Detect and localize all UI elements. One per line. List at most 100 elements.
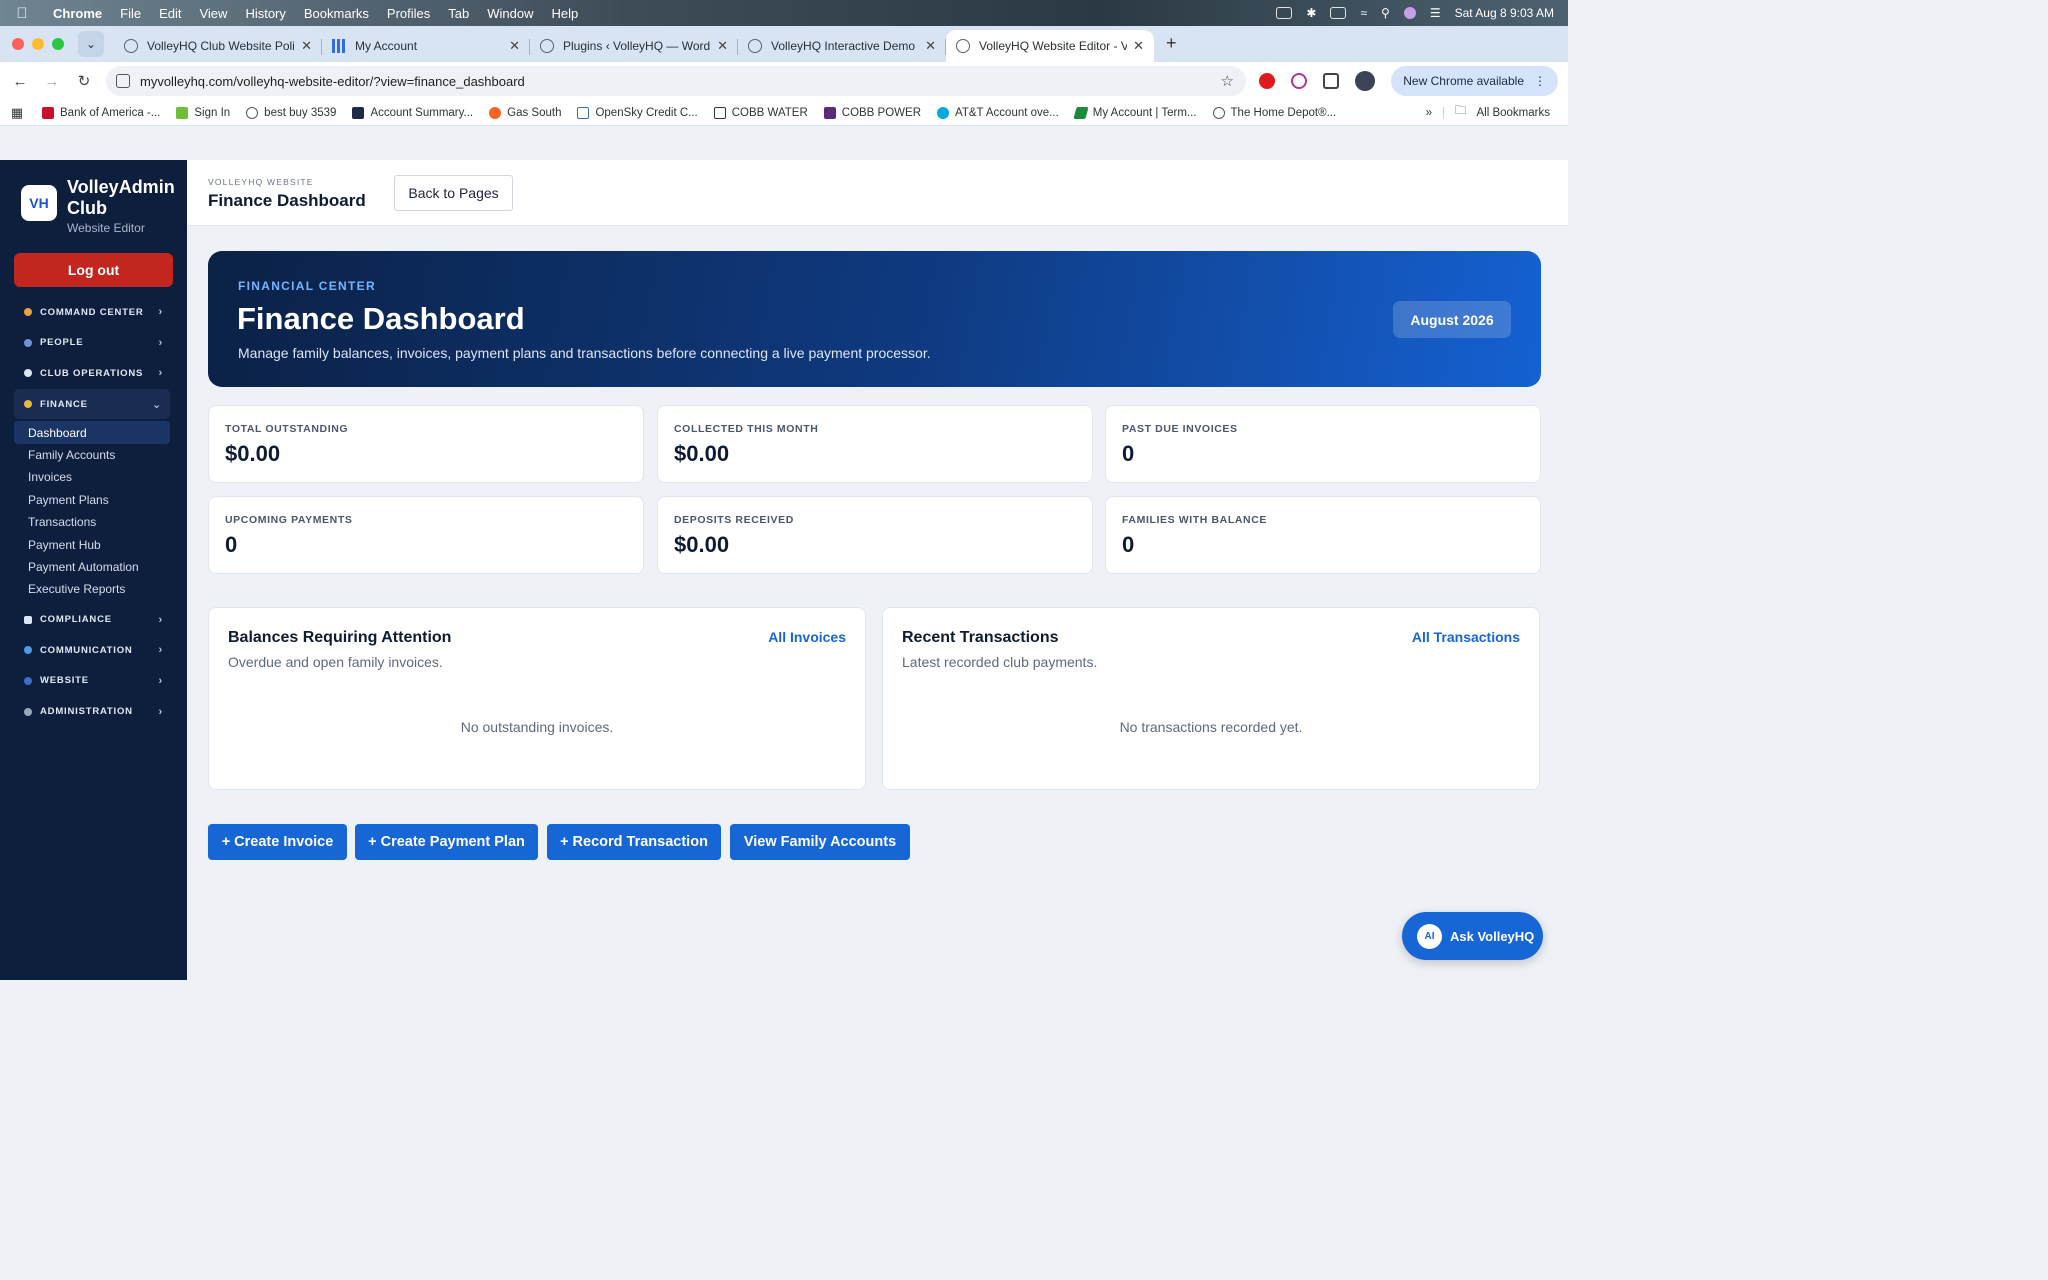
close-tab-icon[interactable]: ✕ bbox=[1133, 38, 1144, 54]
menu-window[interactable]: Window bbox=[478, 6, 542, 21]
new-tab-button[interactable]: + bbox=[1154, 33, 1189, 62]
adblock-extension-icon[interactable] bbox=[1259, 73, 1276, 89]
nav-section-website[interactable]: WEBSITE › bbox=[0, 666, 187, 697]
tab-my-account[interactable]: My Account ✕ bbox=[322, 30, 530, 62]
sidebar-item-payment-hub[interactable]: Payment Hub bbox=[0, 533, 187, 555]
nav-section-finance[interactable]: FINANCE ⌄ bbox=[14, 388, 170, 420]
siri-icon[interactable] bbox=[1403, 7, 1416, 19]
menu-help[interactable]: Help bbox=[543, 6, 588, 21]
nav-section-compliance[interactable]: COMPLIANCE › bbox=[0, 605, 187, 636]
bookmark-item[interactable]: COBB POWER bbox=[816, 106, 929, 119]
sidebar-item-executive-reports[interactable]: Executive Reports bbox=[0, 578, 187, 600]
ask-label: Ask VolleyHQ bbox=[1450, 928, 1535, 944]
close-tab-icon[interactable]: ✕ bbox=[925, 38, 936, 54]
menu-view[interactable]: View bbox=[190, 6, 236, 21]
close-tab-icon[interactable]: ✕ bbox=[509, 38, 520, 54]
wifi-icon[interactable]: ≈ bbox=[1360, 6, 1367, 20]
battery-icon[interactable] bbox=[1330, 7, 1347, 19]
grid-icon bbox=[332, 39, 346, 53]
nav-section-administration[interactable]: ADMINISTRATION › bbox=[0, 696, 187, 727]
menu-bookmarks[interactable]: Bookmarks bbox=[295, 6, 378, 21]
tab-search-button[interactable]: ⌄ bbox=[78, 31, 104, 57]
bookmark-item[interactable]: OpenSky Credit C... bbox=[569, 106, 705, 119]
bookmark-star-icon[interactable]: ☆ bbox=[1221, 72, 1234, 90]
bookmark-item[interactable]: AT&T Account ove... bbox=[929, 106, 1067, 119]
sidebar-item-payment-automation[interactable]: Payment Automation bbox=[0, 556, 187, 578]
tab-website-polish[interactable]: VolleyHQ Club Website Polish ✕ bbox=[114, 30, 322, 62]
apps-grid-icon[interactable]: ▦ bbox=[0, 105, 34, 121]
apple-icon[interactable]:  bbox=[0, 5, 44, 22]
chevron-down-icon: ⌄ bbox=[151, 398, 162, 411]
sidebar-item-transactions[interactable]: Transactions bbox=[0, 511, 187, 533]
reload-icon[interactable]: ↻ bbox=[68, 72, 100, 90]
tab-title: VolleyHQ Interactive Demo - bbox=[771, 39, 920, 53]
tab-title: Plugins ‹ VolleyHQ — WordPr bbox=[563, 39, 712, 53]
create-invoice-button[interactable]: + Create Invoice bbox=[208, 824, 347, 860]
back-arrow-icon[interactable]: ← bbox=[4, 73, 36, 90]
command-icon bbox=[24, 308, 32, 317]
bookmark-item[interactable]: Sign In bbox=[168, 106, 238, 119]
close-tab-icon[interactable]: ✕ bbox=[301, 38, 312, 54]
search-icon[interactable]: ⚲ bbox=[1381, 6, 1390, 20]
ask-volleyhq-button[interactable]: AI Ask VolleyHQ bbox=[1402, 912, 1543, 960]
menu-file[interactable]: File bbox=[111, 6, 150, 21]
close-tab-icon[interactable]: ✕ bbox=[717, 38, 728, 54]
tab-interactive-demo[interactable]: VolleyHQ Interactive Demo - ✕ bbox=[738, 30, 946, 62]
nav-section-people[interactable]: PEOPLE › bbox=[0, 328, 187, 359]
update-chrome-button[interactable]: New Chrome available ⋮ bbox=[1391, 66, 1558, 96]
logout-button[interactable]: Log out bbox=[14, 253, 173, 287]
menu-profiles[interactable]: Profiles bbox=[378, 6, 439, 21]
bookmark-item[interactable]: My Account | Term... bbox=[1067, 106, 1205, 119]
create-payment-plan-button[interactable]: + Create Payment Plan bbox=[355, 824, 538, 860]
sidebar-item-dashboard[interactable]: Dashboard bbox=[14, 421, 170, 444]
stat-value: $0.00 bbox=[225, 441, 281, 466]
zoom-window-button[interactable] bbox=[52, 38, 64, 50]
folder-icon[interactable]: 🗀 bbox=[1455, 103, 1467, 122]
menu-app-name[interactable]: Chrome bbox=[44, 6, 111, 21]
minimize-window-button[interactable] bbox=[32, 38, 44, 50]
brand-title: VolleyAdmin Club bbox=[67, 177, 175, 218]
menu-tab[interactable]: Tab bbox=[439, 6, 478, 21]
bookmark-item[interactable]: COBB WATER bbox=[706, 106, 816, 119]
menu-edit[interactable]: Edit bbox=[150, 6, 190, 21]
back-to-pages-button[interactable]: Back to Pages bbox=[394, 175, 513, 211]
bookmark-item[interactable]: The Home Depot®... bbox=[1205, 106, 1345, 119]
forward-arrow-icon[interactable]: → bbox=[36, 73, 68, 90]
stat-label: FAMILIES WITH BALANCE bbox=[1122, 514, 1268, 526]
control-center-icon[interactable]: ☰ bbox=[1430, 6, 1441, 20]
blocker-extension-icon[interactable] bbox=[1291, 73, 1308, 89]
bookmark-item[interactable]: Gas South bbox=[481, 106, 569, 119]
chevron-down-icon: ⌄ bbox=[85, 37, 97, 51]
bank-icon bbox=[42, 106, 54, 119]
nav-section-club-operations[interactable]: CLUB OPERATIONS › bbox=[0, 358, 187, 389]
all-transactions-link[interactable]: All Transactions bbox=[1412, 629, 1520, 645]
nav-section-command-center[interactable]: COMMAND CENTER › bbox=[0, 297, 187, 328]
bookmark-item[interactable]: best buy 3539 bbox=[238, 106, 344, 119]
more-bookmarks-icon[interactable]: » bbox=[1426, 107, 1432, 119]
bookmark-item[interactable]: Account Summary... bbox=[344, 106, 481, 119]
site-info-icon[interactable] bbox=[116, 74, 130, 88]
sidebar-item-family-accounts[interactable]: Family Accounts bbox=[0, 444, 187, 466]
view-family-accounts-button[interactable]: View Family Accounts bbox=[730, 824, 910, 860]
nav-section-label: COMPLIANCE bbox=[40, 614, 112, 626]
all-invoices-link[interactable]: All Invoices bbox=[768, 629, 846, 645]
sidebar-item-payment-plans[interactable]: Payment Plans bbox=[0, 489, 187, 511]
sidebar-item-invoices[interactable]: Invoices bbox=[0, 466, 187, 488]
nav-section-communication[interactable]: COMMUNICATION › bbox=[0, 635, 187, 666]
record-transaction-button[interactable]: + Record Transaction bbox=[547, 824, 721, 860]
menu-history[interactable]: History bbox=[236, 6, 294, 21]
address-bar[interactable]: myvolleyhq.com/volleyhq-website-editor/?… bbox=[106, 66, 1246, 96]
bookmark-item[interactable]: Bank of America -... bbox=[34, 106, 168, 119]
extensions-puzzle-icon[interactable] bbox=[1323, 73, 1340, 89]
clock[interactable]: Sat Aug 8 9:03 AM bbox=[1455, 6, 1554, 20]
bluetooth-icon[interactable]: ✱ bbox=[1306, 6, 1316, 20]
profile-avatar[interactable] bbox=[1355, 71, 1376, 91]
close-window-button[interactable] bbox=[12, 38, 24, 50]
display-icon[interactable] bbox=[1276, 7, 1293, 19]
money-bag-icon bbox=[24, 400, 32, 409]
tab-website-editor[interactable]: VolleyHQ Website Editor - Vo ✕ bbox=[946, 30, 1154, 62]
tab-plugins[interactable]: Plugins ‹ VolleyHQ — WordPr ✕ bbox=[530, 30, 738, 62]
url-text[interactable]: myvolleyhq.com/volleyhq-website-editor/?… bbox=[140, 74, 525, 89]
panel-title: Balances Requiring Attention bbox=[228, 629, 452, 646]
all-bookmarks-link[interactable]: All Bookmarks bbox=[1477, 107, 1551, 119]
